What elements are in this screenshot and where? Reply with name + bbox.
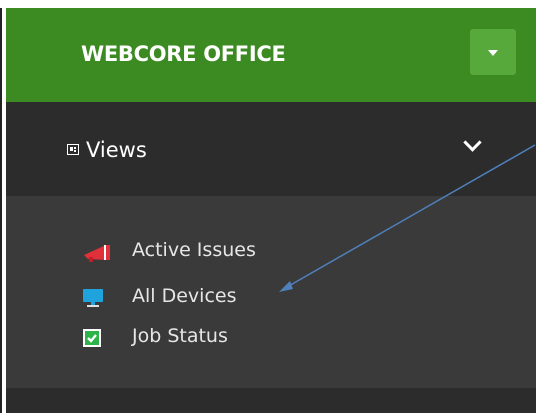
app-title: WEBCORE OFFICE	[81, 42, 286, 66]
nav-section-views[interactable]: Views	[6, 102, 536, 196]
nav-item-label: Job Status	[132, 325, 228, 347]
nav-item-label: Active Issues	[132, 239, 256, 261]
sidebar: WEBCORE OFFICE Views Active Issues All D…	[6, 8, 536, 413]
checkbox-icon	[82, 328, 102, 352]
nav-item-all-devices[interactable]: All Devices	[82, 282, 302, 312]
sidebar-header: WEBCORE OFFICE	[6, 8, 536, 102]
window-edge	[0, 8, 2, 413]
menu-toggle-button[interactable]	[470, 29, 516, 75]
monitor-icon	[82, 288, 104, 312]
nav-item-job-status[interactable]: Job Status	[82, 322, 302, 352]
nav-item-label: All Devices	[132, 285, 237, 307]
nav-item-active-issues[interactable]: Active Issues	[82, 236, 302, 266]
views-icon	[67, 144, 79, 155]
megaphone-icon	[82, 242, 112, 266]
sidebar-footer-strip	[6, 388, 536, 413]
caret-down-icon	[488, 50, 498, 56]
views-submenu: Active Issues All Devices Job Status	[6, 196, 536, 388]
nav-section-label: Views	[86, 138, 147, 162]
chevron-down-icon[interactable]	[463, 133, 482, 152]
